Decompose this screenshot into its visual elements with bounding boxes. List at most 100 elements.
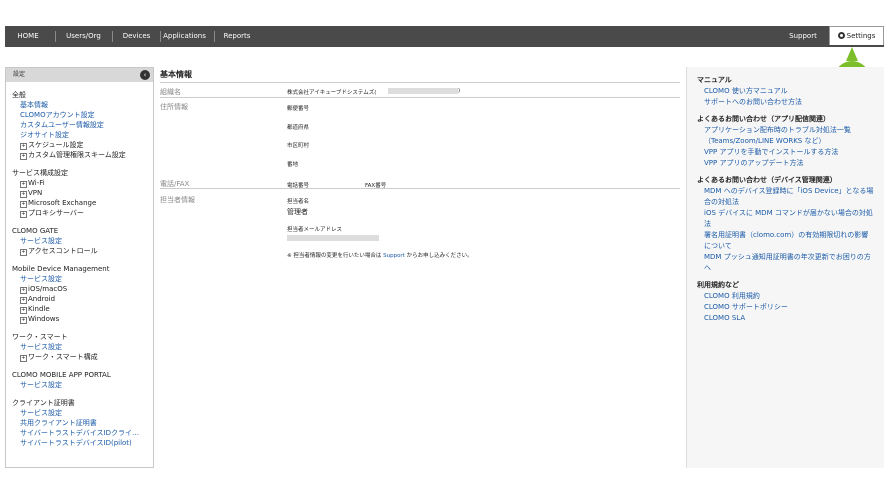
sidebar-item-label: iOS/macOS <box>28 285 68 293</box>
callout-pointer <box>846 47 858 61</box>
sidebar-expandable-item[interactable]: + VPN <box>12 188 153 198</box>
sidebar-link[interactable]: サービス設定 <box>12 380 153 390</box>
expand-plus-icon[interactable]: + <box>20 287 27 294</box>
sidebar-item-label: CLOMOアカウント設定 <box>20 111 95 119</box>
sidebar-link[interactable]: ジオサイト設定 <box>12 130 153 140</box>
redacted-org-code <box>388 88 458 94</box>
sidebar-link[interactable]: サービス設定 <box>12 274 153 284</box>
nav-devices[interactable]: Devices <box>113 26 160 47</box>
expand-plus-icon[interactable]: + <box>20 153 27 160</box>
help-link[interactable]: CLOMO 利用規約 <box>697 291 874 302</box>
contact-label: 担当者情報 <box>160 196 195 204</box>
expand-plus-icon[interactable]: + <box>20 317 27 324</box>
help-link[interactable]: VPP アプリのアップデート方法 <box>697 158 874 169</box>
expand-plus-icon[interactable]: + <box>20 143 27 150</box>
sidebar-link[interactable]: カスタムユーザー情報設定 <box>12 120 153 130</box>
sidebar-header-title: 設定 <box>13 71 26 78</box>
expand-plus-icon[interactable]: + <box>20 181 27 188</box>
sidebar-link[interactable]: 共用クライアント証明書 <box>12 418 153 428</box>
sidebar-link[interactable]: 基本情報 <box>12 100 153 110</box>
sidebar-expandable-item[interactable]: + プロキシサーバー <box>12 208 153 218</box>
sidebar-group: CLOMO MOBILE APP PORTAL サービス設定 <box>6 370 153 390</box>
help-link[interactable]: VPP アプリを手動でインストールする方法 <box>697 147 874 158</box>
sidebar-group-title: サービス構成設定 <box>12 169 68 177</box>
sidebar-group: CLOMO GATE サービス設定 + アクセスコントロール <box>6 226 153 256</box>
help-link[interactable]: MDM へのデバイス登録時に「iOS Device」となる場合の対処法 <box>697 186 874 208</box>
sidebar-expandable-item[interactable]: + ワーク・スマート構成 <box>12 352 153 362</box>
sidebar-group-title: CLOMO GATE <box>12 227 59 235</box>
sidebar-item-label: プロキシサーバー <box>28 209 84 217</box>
sidebar-expandable-item[interactable]: + Windows <box>12 314 153 324</box>
sidebar-item-label: VPN <box>28 189 43 197</box>
expand-plus-icon[interactable]: + <box>20 297 27 304</box>
sidebar-item-label: Wi-Fi <box>28 179 45 187</box>
phone-fax-row: 電話/FAX 電話番号 FAX番号 <box>160 172 680 189</box>
help-link[interactable]: アプリケーション配布時のトラブル対処法一覧（Teams/Zoom/LINE WO… <box>697 125 874 147</box>
sidebar-group: サービス構成設定 + Wi-Fi + VPN + Microsoft Exchange + プロ… <box>6 168 153 218</box>
nav-reports[interactable]: Reports <box>215 26 259 47</box>
sidebar-link[interactable]: サービス設定 <box>12 408 153 418</box>
help-link[interactable]: CLOMO 使い方マニュアル <box>697 86 874 97</box>
help-link[interactable]: CLOMO サポートポリシー <box>697 302 874 313</box>
support-link[interactable]: Support <box>383 253 405 259</box>
sidebar-expandable-item[interactable]: + アクセスコントロール <box>12 246 153 256</box>
sidebar-item-label: サイバートラストデバイスIDクライ… <box>20 429 139 437</box>
sidebar-expandable-item[interactable]: + Android <box>12 294 153 304</box>
expand-plus-icon[interactable]: + <box>20 191 27 198</box>
sidebar-group: 全般 基本情報 CLOMOアカウント設定 カスタムユーザー情報設定 ジオサイト設定 + スケ… <box>6 90 153 160</box>
help-section-heading: マニュアル <box>697 76 732 84</box>
sidebar-groups: 全般 基本情報 CLOMOアカウント設定 カスタムユーザー情報設定 ジオサイト設定 + スケ… <box>6 90 153 448</box>
help-link[interactable]: MDM プッシュ通知用証明書の年次更新でお困りの方へ <box>697 252 874 274</box>
sidebar-group-title: CLOMO MOBILE APP PORTAL <box>12 371 111 379</box>
help-link[interactable]: iOS デバイスに MDM コマンドが届かない場合の対処法 <box>697 208 874 230</box>
sidebar-expandable-item[interactable]: + iOS/macOS <box>12 284 153 294</box>
help-link[interactable]: 署名用証明書（clomo.com）の有効期限切れの影響について <box>697 230 874 252</box>
nav-users-org[interactable]: Users/Org <box>56 26 111 47</box>
sidebar-link[interactable]: サービス設定 <box>12 342 153 352</box>
collapse-sidebar-icon[interactable]: ‹ <box>140 70 150 80</box>
sidebar-item-label: ジオサイト設定 <box>20 131 69 139</box>
contact-row: 担当者情報 担当者名 管理者 担当者メールアドレス ※ 担当者情報の変更を行いた… <box>160 189 680 259</box>
sidebar-link[interactable]: サービス設定 <box>12 236 153 246</box>
sidebar-expandable-item[interactable]: + Wi-Fi <box>12 178 153 188</box>
sidebar-expandable-item[interactable]: + Kindle <box>12 304 153 314</box>
nav-applications[interactable]: Applications <box>161 26 208 47</box>
expand-plus-icon[interactable]: + <box>20 201 27 208</box>
nav-support[interactable]: Support <box>785 26 821 47</box>
sidebar-link[interactable]: サイバートラストデバイスID(pilot) <box>12 438 153 448</box>
sidebar-item-label: Microsoft Exchange <box>28 199 97 207</box>
sidebar-group: ワーク・スマート サービス設定 + ワーク・スマート構成 <box>6 332 153 362</box>
expand-plus-icon[interactable]: + <box>20 211 27 218</box>
sidebar-item-label: サービス設定 <box>20 381 62 389</box>
sidebar-item-label: サービス設定 <box>20 343 62 351</box>
sidebar-expandable-item[interactable]: + カスタム管理権限スキーム設定 <box>12 150 153 160</box>
sidebar-item-label: 基本情報 <box>20 101 48 109</box>
help-link[interactable]: CLOMO SLA <box>697 313 874 324</box>
expand-plus-icon[interactable]: + <box>20 249 27 256</box>
sidebar-group-title: Mobile Device Management <box>12 265 110 273</box>
sidebar-expandable-item[interactable]: + Microsoft Exchange <box>12 198 153 208</box>
sidebar-item-label: サイバートラストデバイスID(pilot) <box>20 439 132 447</box>
org-value-end: ) <box>458 88 461 94</box>
prefecture-field: 都道府県 <box>287 125 310 131</box>
help-link[interactable]: サポートへのお問い合わせ方法 <box>697 97 874 108</box>
settings-sidebar: 設定 ‹ 全般 基本情報 CLOMOアカウント設定 カスタムユーザー情報設定 ジオサイト… <box>5 67 154 468</box>
expand-plus-icon[interactable]: + <box>20 355 27 362</box>
sidebar-expandable-item[interactable]: + スケジュール設定 <box>12 140 153 150</box>
sidebar-item-label: Kindle <box>28 305 50 313</box>
redacted-email <box>287 235 379 241</box>
sidebar-link[interactable]: サイバートラストデバイスIDクライ… <box>12 428 153 438</box>
sidebar-item-label: ワーク・スマート構成 <box>28 353 98 361</box>
page-title: 基本情報 <box>160 69 680 83</box>
sidebar-item-label: サービス設定 <box>20 275 62 283</box>
address-row: 住所情報 郵便番号 都道府県 市区町村 番地 <box>160 98 680 172</box>
contact-name-label: 担当者名 <box>287 199 310 205</box>
nav-home[interactable]: HOME <box>5 26 51 47</box>
fax-field: FAX番号 <box>365 183 387 189</box>
expand-plus-icon[interactable]: + <box>20 307 27 314</box>
sidebar-link[interactable]: CLOMOアカウント設定 <box>12 110 153 120</box>
nav-settings-tab[interactable]: Settings <box>829 26 884 45</box>
nav-settings-label: Settings <box>846 32 876 40</box>
contact-email-label: 担当者メールアドレス <box>287 227 343 233</box>
top-nav-bar: HOME Users/Org Devices Applications Repo… <box>5 26 884 47</box>
